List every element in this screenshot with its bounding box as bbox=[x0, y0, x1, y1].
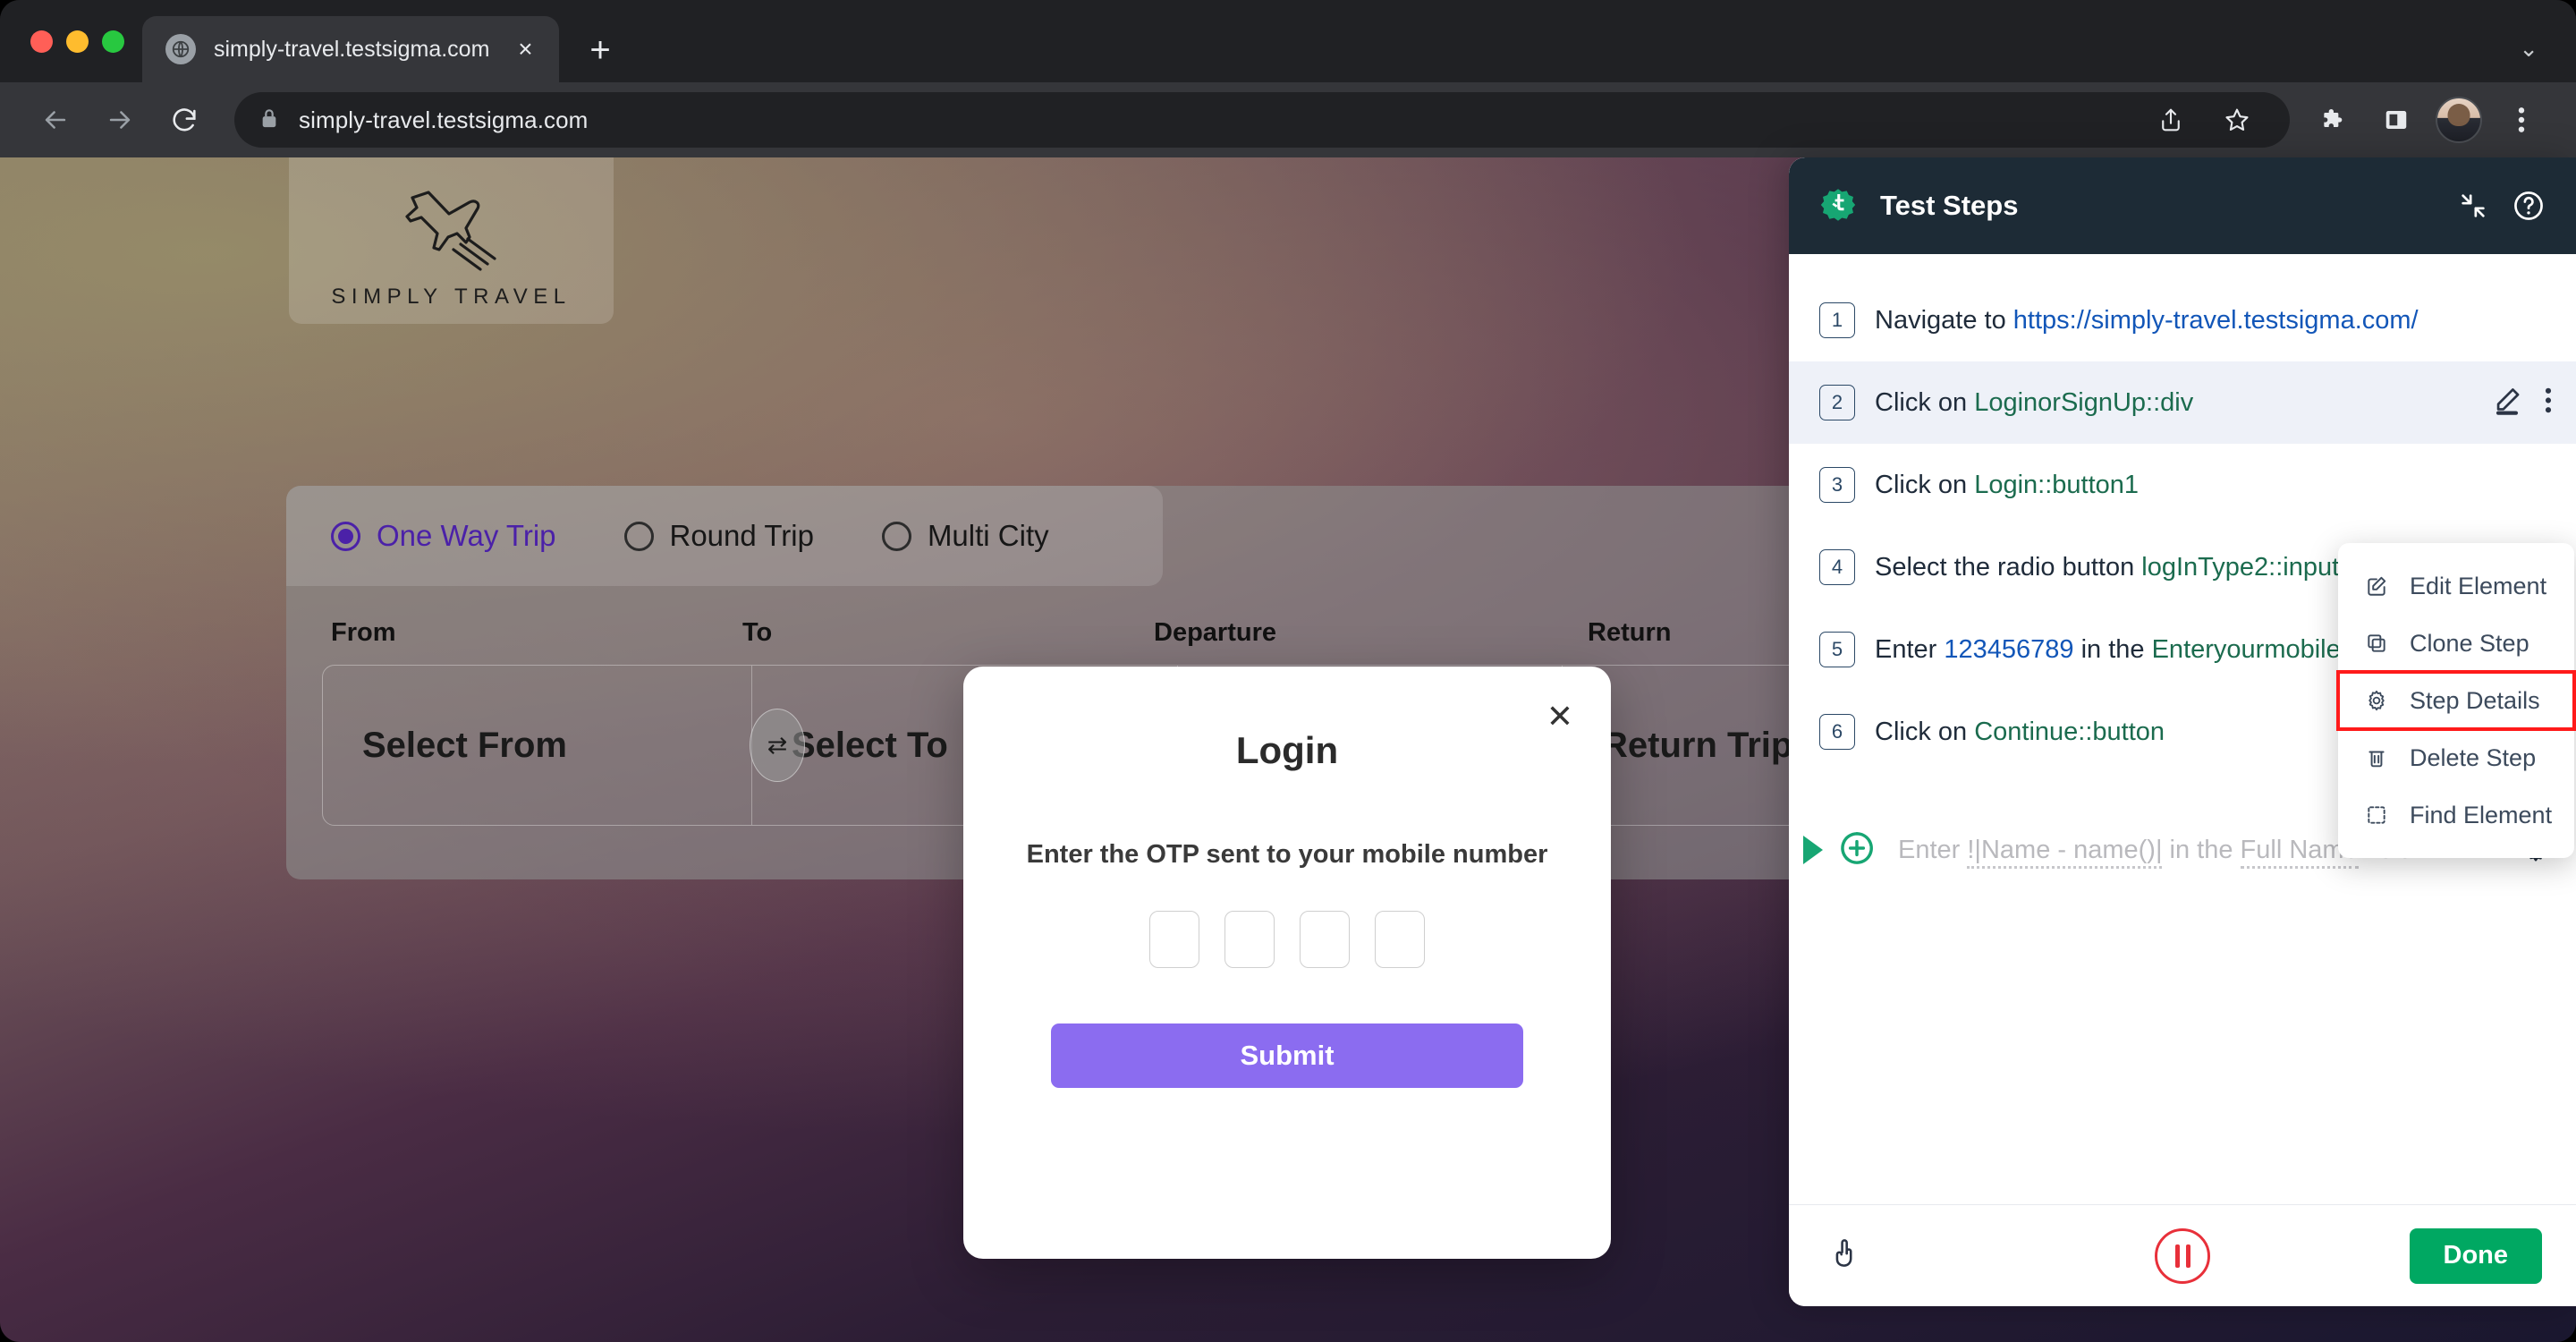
step-index: 4 bbox=[1819, 549, 1855, 585]
menu-item-label: Clone Step bbox=[2410, 629, 2529, 657]
login-modal: ✕ Login Enter the OTP sent to your mobil… bbox=[963, 667, 1611, 1259]
step-mid: in the bbox=[2073, 634, 2152, 664]
table-row[interactable]: 3 Click on Login::button1 bbox=[1789, 444, 2576, 526]
step-text: Navigate to https://simply-travel.testsi… bbox=[1875, 305, 2419, 336]
step-prefix: Select the radio button bbox=[1875, 552, 2142, 582]
copy-icon bbox=[2363, 632, 2390, 655]
maximize-window-button[interactable] bbox=[102, 30, 124, 53]
step-prefix: Click on bbox=[1875, 717, 1975, 746]
browser-tab[interactable]: simply-travel.testsigma.com × bbox=[142, 16, 560, 82]
placeholder-mid: in the bbox=[2162, 835, 2241, 864]
step-link[interactable]: Enteryourmobilenu bbox=[2151, 634, 2370, 665]
modal-title: Login bbox=[1235, 729, 1339, 771]
step-prefix: Enter bbox=[1875, 634, 1945, 664]
pencil-icon[interactable] bbox=[2492, 386, 2522, 420]
tab-strip: simply-travel.testsigma.com × + ⌄ bbox=[0, 0, 2576, 82]
step-text: Select the radio button logInType2::inpu… bbox=[1875, 552, 2373, 582]
step-prefix: Navigate to bbox=[1875, 305, 2013, 335]
help-circle-icon[interactable] bbox=[2512, 189, 2546, 223]
otp-digit-3[interactable] bbox=[1300, 911, 1350, 968]
step-link[interactable]: LoginorSignUp::div bbox=[1974, 387, 2194, 418]
side-panel-icon[interactable] bbox=[2368, 92, 2424, 148]
done-button[interactable]: Done bbox=[2409, 1227, 2542, 1284]
test-steps-panel: Test Steps 1 Navigate to https://simply-… bbox=[1789, 157, 2576, 1306]
step-index: 1 bbox=[1819, 302, 1855, 338]
crosshair-select-icon bbox=[2363, 803, 2390, 827]
otp-instruction: Enter the OTP sent to your mobile number bbox=[1026, 840, 1548, 869]
reload-button[interactable] bbox=[156, 91, 213, 149]
panel-title: Test Steps bbox=[1880, 190, 2019, 221]
new-tab-button[interactable]: + bbox=[589, 32, 610, 68]
pointer-hand-icon[interactable] bbox=[1828, 1236, 1859, 1276]
new-step-placeholder: Enter !|Name - name()| in the Full Name … bbox=[1898, 835, 2413, 869]
collapse-arrows-icon[interactable] bbox=[2458, 191, 2488, 221]
step-prefix: Click on bbox=[1875, 387, 1975, 417]
extensions-puzzle-icon[interactable] bbox=[2306, 92, 2361, 148]
step-text: Click on LoginorSignUp::div bbox=[1875, 387, 2194, 418]
step-link[interactable]: Login::button1 bbox=[1974, 470, 2140, 500]
step-link[interactable]: Continue::button bbox=[1974, 717, 2165, 747]
back-button[interactable] bbox=[27, 91, 84, 149]
step-value[interactable]: 123456789 bbox=[1944, 634, 2074, 665]
minimize-window-button[interactable] bbox=[66, 30, 89, 53]
step-index: 3 bbox=[1819, 467, 1855, 503]
otp-input-group bbox=[963, 911, 1611, 968]
menu-item-find-element[interactable]: Find Element bbox=[2338, 786, 2574, 844]
step-index: 2 bbox=[1819, 385, 1855, 420]
lock-icon bbox=[259, 106, 279, 134]
gear-icon bbox=[2363, 689, 2390, 712]
share-icon[interactable] bbox=[2143, 92, 2199, 148]
steps-list: 1 Navigate to https://simply-travel.test… bbox=[1789, 254, 2576, 1204]
play-arrow-icon[interactable] bbox=[1803, 836, 1823, 864]
step-text: Enter 123456789 in the Enteryourmobilenu bbox=[1875, 634, 2370, 665]
bookmark-star-icon[interactable] bbox=[2209, 92, 2265, 148]
table-row[interactable]: 1 Navigate to https://simply-travel.test… bbox=[1789, 279, 2576, 361]
window-controls bbox=[0, 0, 142, 82]
chrome-menu-icon[interactable] bbox=[2494, 92, 2549, 148]
testsigma-badge-icon bbox=[1816, 183, 1860, 228]
menu-item-label: Find Element bbox=[2410, 801, 2553, 828]
placeholder-prefix: Enter bbox=[1898, 835, 1968, 864]
globe-icon bbox=[165, 34, 196, 64]
menu-item-delete-step[interactable]: Delete Step bbox=[2338, 729, 2574, 786]
step-prefix: Click on bbox=[1875, 470, 1975, 499]
step-text: Click on Continue::button bbox=[1875, 717, 2165, 747]
step-link[interactable]: https://simply-travel.testsigma.com/ bbox=[2012, 305, 2419, 336]
menu-item-edit-element[interactable]: Edit Element bbox=[2338, 557, 2574, 615]
kebab-menu-icon[interactable] bbox=[2544, 386, 2553, 420]
submit-button[interactable]: Submit bbox=[1051, 1023, 1523, 1088]
panel-header: Test Steps bbox=[1789, 157, 2576, 254]
step-index: 6 bbox=[1819, 714, 1855, 750]
add-circle-icon[interactable] bbox=[1837, 828, 1877, 872]
menu-item-label: Edit Element bbox=[2410, 572, 2547, 599]
tab-title: simply-travel.testsigma.com bbox=[214, 36, 490, 62]
close-window-button[interactable] bbox=[30, 30, 53, 53]
browser-toolbar: simply-travel.testsigma.com bbox=[0, 82, 2576, 157]
browser-window: simply-travel.testsigma.com × + ⌄ simply… bbox=[0, 0, 2576, 1342]
otp-digit-2[interactable] bbox=[1224, 911, 1275, 968]
placeholder-variable: !|Name - name()| bbox=[1967, 835, 2163, 869]
menu-item-clone-step[interactable]: Clone Step bbox=[2338, 615, 2574, 672]
step-text: Click on Login::button1 bbox=[1875, 470, 2140, 500]
step-context-menu: Edit Element Clone Step Step Details Del… bbox=[2336, 543, 2576, 858]
forward-button[interactable] bbox=[91, 91, 148, 149]
menu-item-label: Delete Step bbox=[2410, 743, 2537, 771]
address-bar[interactable]: simply-travel.testsigma.com bbox=[234, 92, 2290, 148]
menu-item-step-details[interactable]: Step Details bbox=[2336, 670, 2576, 731]
close-tab-button[interactable]: × bbox=[507, 37, 543, 62]
menu-item-label: Step Details bbox=[2410, 686, 2540, 714]
tab-search-chevron-icon[interactable]: ⌄ bbox=[2519, 35, 2538, 63]
address-bar-url: simply-travel.testsigma.com bbox=[299, 106, 589, 133]
close-icon[interactable]: ✕ bbox=[1546, 701, 1573, 733]
edit-square-icon bbox=[2363, 574, 2390, 598]
trash-icon bbox=[2363, 746, 2390, 769]
step-row-actions bbox=[2492, 386, 2553, 420]
profile-avatar[interactable] bbox=[2431, 92, 2487, 148]
otp-digit-1[interactable] bbox=[1149, 911, 1199, 968]
table-row[interactable]: 2 Click on LoginorSignUp::div bbox=[1789, 361, 2576, 444]
pause-circle-icon[interactable] bbox=[2155, 1227, 2210, 1284]
panel-footer: Done bbox=[1789, 1204, 2576, 1306]
step-index: 5 bbox=[1819, 632, 1855, 667]
otp-digit-4[interactable] bbox=[1375, 911, 1425, 968]
